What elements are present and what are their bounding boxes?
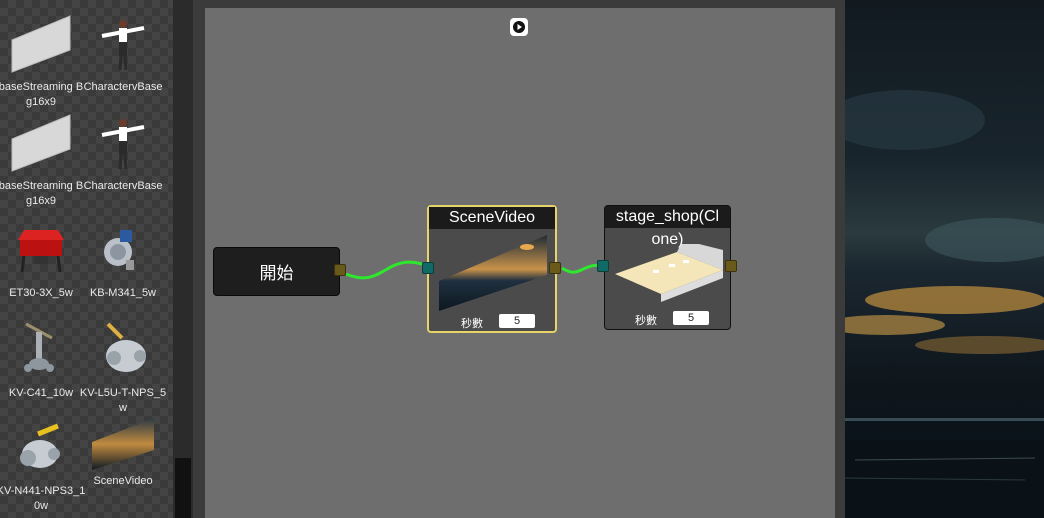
param-label: 秒數 xyxy=(635,315,657,327)
output-port[interactable] xyxy=(549,262,561,274)
scene-video-node[interactable]: SceneVideo 秒數 5 xyxy=(427,205,557,333)
seconds-input[interactable]: 5 xyxy=(499,314,535,328)
param-label: 秒數 xyxy=(461,318,483,330)
node-title: SceneVideo xyxy=(429,207,555,229)
preview-image xyxy=(845,90,1044,518)
start-node[interactable]: 開始 xyxy=(213,247,340,296)
input-port[interactable] xyxy=(597,260,609,272)
stage-shop-thumbnail-icon xyxy=(615,244,723,302)
input-port[interactable] xyxy=(422,262,434,274)
node-title: stage_shop(Cl xyxy=(605,206,730,228)
seconds-input[interactable]: 5 xyxy=(673,311,709,325)
output-port[interactable] xyxy=(725,260,737,272)
start-node-title: 開始 xyxy=(259,264,294,283)
scene-video-thumbnail-icon xyxy=(439,235,547,311)
stage-shop-node[interactable]: stage_shop(Cl one) 秒數 5 xyxy=(604,205,731,330)
wire xyxy=(345,260,429,280)
output-port[interactable] xyxy=(334,264,346,276)
scene-preview xyxy=(845,0,1044,518)
